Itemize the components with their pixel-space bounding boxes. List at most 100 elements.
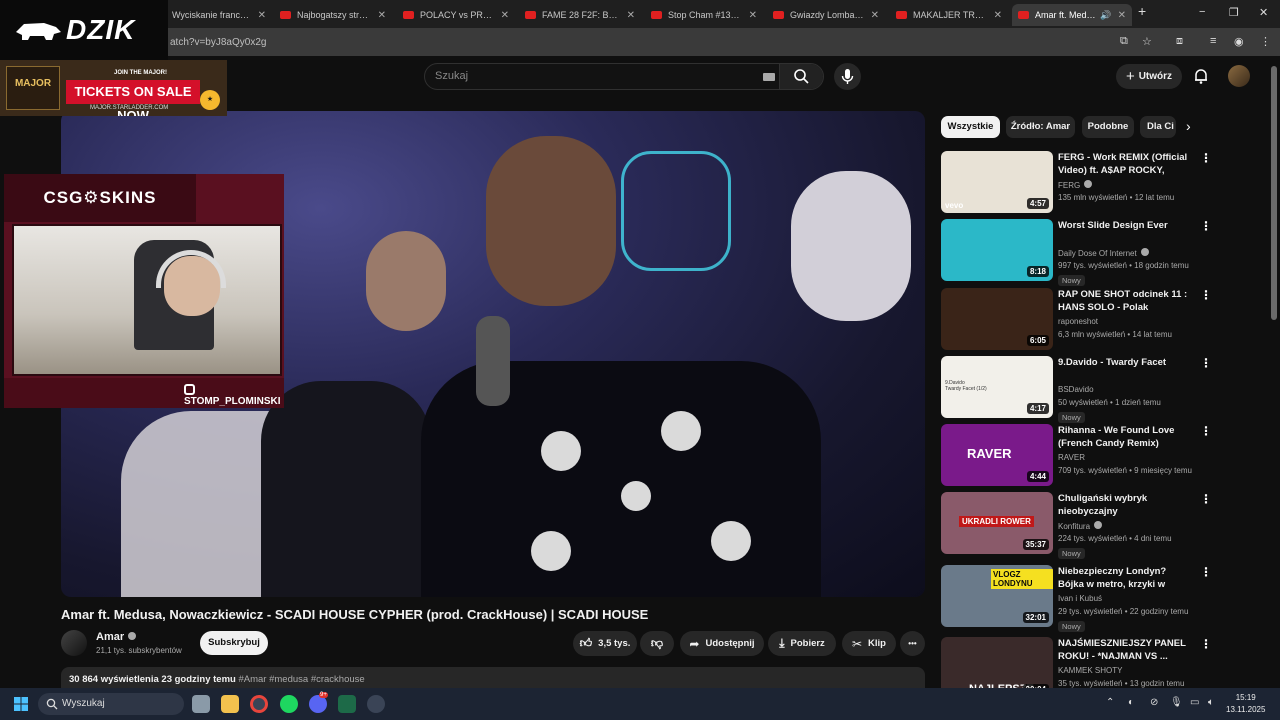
page-scrollbar[interactable] xyxy=(1271,66,1277,320)
tab-close-icon[interactable]: ✕ xyxy=(378,10,386,21)
video-thumbnail[interactable]: vevo 4:57 xyxy=(941,151,1053,213)
recommendation-channel[interactable]: raponeshot xyxy=(1058,317,1098,326)
recommendation-title[interactable]: Rihanna - We Found Love (French Candy Re… xyxy=(1058,424,1194,450)
major-tickets-ad[interactable]: MAJOR JOIN THE MAJOR! TICKETS ON SALE NO… xyxy=(0,60,227,116)
search-input[interactable]: Szukaj xyxy=(435,70,468,82)
recommendation-item[interactable]: 9.Davido Twardy Facet (1/2) 4:17 9.Davido … xyxy=(941,356,1212,423)
chip-related[interactable]: Podobne xyxy=(1082,116,1134,138)
address-bar[interactable]: atch?v=byJ8aQy0x2g ⧉ ☆ ⧈ ≡ ◉ ⋮ xyxy=(0,28,1280,56)
tab-close-icon[interactable]: ✕ xyxy=(994,10,1002,21)
recommendation-channel[interactable]: KAMMEK SHOTY xyxy=(1058,666,1122,675)
maximize-button[interactable]: ❐ xyxy=(1229,6,1239,19)
tab-close-icon[interactable]: ✕ xyxy=(258,10,266,21)
chevron-right-icon[interactable]: › xyxy=(1186,118,1191,134)
browser-tab[interactable]: Stop Cham #1375 - N ✕ xyxy=(645,4,763,26)
profile-icon[interactable]: ◉ xyxy=(1234,35,1244,48)
more-options-icon[interactable]: ⋮ xyxy=(1200,356,1212,370)
video-thumbnail[interactable]: 6:05 xyxy=(941,288,1053,350)
tab-close-icon[interactable]: ✕ xyxy=(1118,10,1126,21)
tray-chevron-up-icon[interactable]: ⌃ xyxy=(1106,697,1114,708)
recommendation-title[interactable]: 9.Davido - Twardy Facet xyxy=(1058,356,1194,369)
notifications-bell-icon[interactable] xyxy=(1192,67,1210,85)
more-options-icon[interactable]: ⋮ xyxy=(1200,565,1212,579)
tab-close-icon[interactable]: ✕ xyxy=(871,10,879,21)
more-options-icon[interactable]: ⋮ xyxy=(1200,637,1212,651)
browser-tab[interactable]: Wyciskanie francuskie ✕ xyxy=(166,4,272,26)
clip-button[interactable]: ✂ Klip xyxy=(842,631,896,656)
more-options-icon[interactable]: ⋮ xyxy=(1200,424,1212,438)
audio-playing-icon[interactable]: 🔊 xyxy=(1100,10,1111,21)
chip-from-source[interactable]: Źródło: Amar xyxy=(1006,116,1075,138)
recommendation-item[interactable]: 6:05 RAP ONE SHOT odcinek 11 : HANS SOLO … xyxy=(941,288,1212,350)
spotify-icon[interactable] xyxy=(280,695,298,713)
video-thumbnail[interactable]: 8:18 xyxy=(941,219,1053,281)
browser-tab-active[interactable]: Amar ft. Medusa, N🔊 ✕ xyxy=(1012,4,1132,26)
discord-icon[interactable]: 9+ xyxy=(309,692,328,713)
tray-network-icon[interactable]: ⊘ xyxy=(1150,697,1158,708)
recommendation-channel-name[interactable]: raponeshot xyxy=(1058,317,1098,326)
recommendation-channel-name[interactable]: Konfitura xyxy=(1058,522,1090,531)
more-actions-button[interactable]: ••• xyxy=(900,631,925,656)
more-options-icon[interactable]: ⋮ xyxy=(1200,288,1212,302)
share-button[interactable]: ➦ Udostępnij xyxy=(680,631,764,656)
chrome-icon[interactable] xyxy=(250,695,268,713)
recommendation-channel[interactable]: BSDavido xyxy=(1058,385,1094,394)
dislike-button[interactable]: 👎︎ xyxy=(640,631,674,656)
search-button[interactable] xyxy=(779,64,823,89)
task-view-icon[interactable] xyxy=(192,695,210,713)
recommendation-item[interactable]: RAVER 4:44 Rihanna - We Found Love (French… xyxy=(941,424,1212,486)
download-button[interactable]: ⤓ Pobierz xyxy=(768,631,836,656)
minimize-button[interactable]: − xyxy=(1199,6,1205,18)
tray-volume-icon[interactable]: 🔈︎ xyxy=(1208,697,1214,708)
recommendation-item[interactable]: VLOGZ LONDYNU 32:01 Niebezpieczny Londyn? … xyxy=(941,565,1212,632)
recommendation-channel[interactable]: RAVER xyxy=(1058,453,1085,462)
create-button[interactable]: + Utwórz xyxy=(1116,64,1182,89)
channel-name-text[interactable]: Amar xyxy=(96,631,124,643)
recommendation-channel-name[interactable]: BSDavido xyxy=(1058,385,1094,394)
bookmark-star-icon[interactable]: ☆ xyxy=(1142,35,1152,48)
media-controls-icon[interactable]: ≡ xyxy=(1210,35,1216,47)
recommendation-channel[interactable]: Daily Dose Of Internet xyxy=(1058,248,1149,258)
browser-tab[interactable]: MAKALJER TROLLUJE ✕ xyxy=(890,4,1008,26)
browser-tab[interactable]: Najbogatszy streamer ✕ xyxy=(274,4,392,26)
excel-icon[interactable] xyxy=(338,695,356,713)
recommendation-channel-name[interactable]: RAVER xyxy=(1058,453,1085,462)
recommendation-item[interactable]: 8:18 Worst Slide Design Ever Daily Dose Of… xyxy=(941,219,1212,286)
search-box[interactable]: Szukaj xyxy=(424,63,824,90)
more-options-icon[interactable]: ⋮ xyxy=(1200,492,1212,506)
more-options-icon[interactable]: ⋮ xyxy=(1200,151,1212,165)
recommendation-title[interactable]: FERG - Work REMIX (Official Video) ft. A… xyxy=(1058,151,1194,177)
video-thumbnail[interactable]: UKRADLI ROWER 35:37 xyxy=(941,492,1053,554)
recommendation-channel[interactable]: Konfitura xyxy=(1058,521,1103,531)
recommendation-channel[interactable]: Ivan i Kubuś xyxy=(1058,594,1102,603)
extensions-icon[interactable]: ⧈ xyxy=(1176,35,1183,48)
recommendation-channel-name[interactable]: FERG xyxy=(1058,181,1080,190)
recommendation-title[interactable]: NAJŚMIESZNIEJSZY PANEL ROKU! - *NAJMAN V… xyxy=(1058,637,1194,663)
tab-close-icon[interactable]: ✕ xyxy=(749,10,757,21)
account-avatar[interactable] xyxy=(1228,65,1250,87)
obs-icon[interactable] xyxy=(367,695,385,713)
video-thumbnail[interactable]: 9.Davido Twardy Facet (1/2) 4:17 xyxy=(941,356,1053,418)
voice-search-button[interactable] xyxy=(834,63,861,90)
tray-display-icon[interactable]: ▭ xyxy=(1190,697,1199,708)
taskbar-clock[interactable]: 15:19 13.11.2025 xyxy=(1226,692,1265,716)
subscribe-button[interactable]: Subskrybuj xyxy=(200,631,268,655)
recommendation-channel-name[interactable]: Ivan i Kubuś xyxy=(1058,594,1102,603)
chip-for-you[interactable]: Dla Ci xyxy=(1140,116,1176,138)
hashtags[interactable]: #Amar #medusa #crackhouse xyxy=(238,674,364,685)
url-text[interactable]: atch?v=byJ8aQy0x2g xyxy=(170,37,266,48)
recommendation-channel-name[interactable]: Daily Dose Of Internet xyxy=(1058,249,1137,258)
windows-start-icon[interactable] xyxy=(14,697,28,711)
more-options-icon[interactable]: ⋮ xyxy=(1200,219,1212,233)
tab-close-icon[interactable]: ✕ xyxy=(501,10,509,21)
tray-microphone-icon[interactable]: 🎙︎ xyxy=(1170,697,1183,708)
recommendation-title[interactable]: Chuligański wybryk nieobyczajny xyxy=(1058,492,1194,518)
video-thumbnail[interactable]: VLOGZ LONDYNU 32:01 xyxy=(941,565,1053,627)
channel-name[interactable]: Amar xyxy=(96,631,137,643)
recommendation-item[interactable]: UKRADLI ROWER 35:37 Chuligański wybryk nie… xyxy=(941,492,1212,559)
install-app-icon[interactable]: ⧉ xyxy=(1120,35,1128,48)
file-explorer-icon[interactable] xyxy=(221,695,239,713)
recommendation-channel[interactable]: FERG xyxy=(1058,180,1093,190)
browser-tab[interactable]: POLACY vs PRAWO JAZ ✕ xyxy=(397,4,515,26)
recommendation-item[interactable]: vevo 4:57 FERG - Work REMIX (Official Vide… xyxy=(941,151,1212,213)
